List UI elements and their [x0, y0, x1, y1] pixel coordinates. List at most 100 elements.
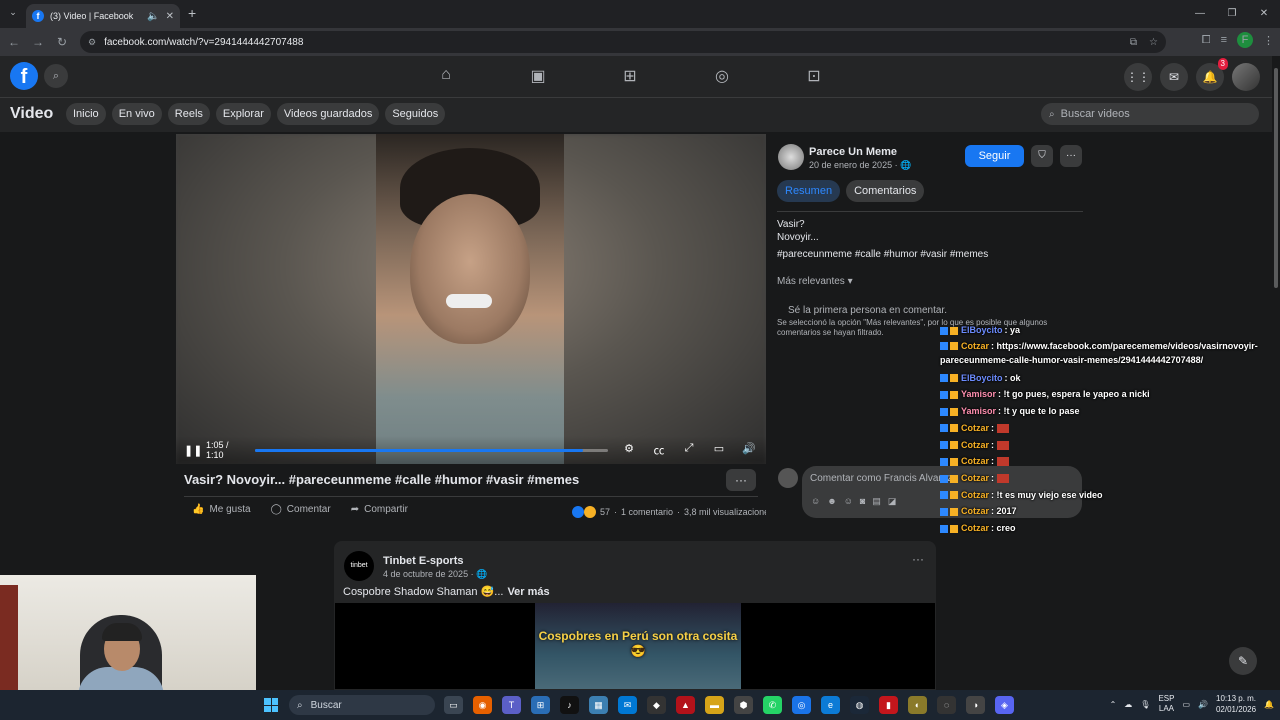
post-page-name[interactable]: Tinbet E-sports — [383, 555, 463, 567]
chrome-icon[interactable]: ◎ — [792, 696, 811, 714]
taskbar-search[interactable]: ⌕ Buscar — [289, 695, 435, 715]
camera-icon[interactable]: ◙ — [860, 496, 865, 507]
extensions-icon[interactable]: ⧠ — [1202, 34, 1211, 47]
captions-icon[interactable]: ㏄ — [650, 442, 668, 458]
install-icon[interactable]: ⧉ — [1130, 37, 1137, 48]
sticker-icon[interactable]: ◪ — [888, 496, 897, 507]
mic-icon[interactable]: 🎙 — [1140, 700, 1150, 709]
gif-icon[interactable]: ▤ — [872, 496, 881, 507]
profile-avatar[interactable]: F — [1237, 32, 1253, 48]
groups-icon[interactable]: ◎ — [712, 66, 732, 86]
forward-icon[interactable]: → — [26, 35, 50, 49]
onedrive-icon[interactable]: ☁ — [1124, 700, 1132, 709]
notification-bell-icon[interactable]: 🔔 — [1264, 700, 1274, 709]
marketplace-icon[interactable]: ⊞ — [620, 66, 640, 86]
post-page-avatar[interactable]: tinbet — [344, 551, 374, 581]
tab-explorar[interactable]: Explorar — [215, 103, 271, 125]
site-info-icon[interactable]: ⚙ — [88, 37, 96, 48]
omnibox[interactable]: ⚙ facebook.com/watch/?v=2941444442707488… — [80, 31, 1166, 53]
video-player[interactable]: ❚❚ 1:05 / 1:10 ⚙ ㏄ ⤢ ▭ 🔊 — [176, 134, 766, 464]
clock[interactable]: 10:13 p. m. 02/01/2026 — [1216, 693, 1256, 715]
picture-in-picture-icon[interactable]: ▭ — [710, 442, 728, 458]
browser-tab[interactable]: f (3) Video | Facebook 🔈 ✕ — [26, 4, 180, 28]
minimize-icon[interactable]: — — [1184, 0, 1216, 28]
follow-button[interactable]: Seguir — [965, 145, 1024, 167]
close-window-icon[interactable]: ✕ — [1248, 0, 1280, 28]
avatar-sticker-icon[interactable]: ☺ — [811, 496, 820, 507]
whatsapp-icon[interactable]: ✆ — [763, 696, 782, 714]
task-view-icon[interactable]: ▭ — [444, 696, 463, 714]
app-icon[interactable]: ▮ — [879, 696, 898, 714]
menu-grid-icon[interactable]: ⋮⋮ — [1124, 63, 1152, 91]
media-icon[interactable]: ≡ — [1221, 34, 1227, 46]
discord-icon[interactable]: ◈ — [995, 696, 1014, 714]
page-scrollbar[interactable] — [1272, 56, 1280, 690]
mail-icon[interactable]: ✉ — [618, 696, 637, 714]
scrollbar-thumb[interactable] — [1274, 68, 1278, 288]
fullscreen-icon[interactable]: ⤢ — [680, 442, 698, 458]
back-icon[interactable]: ← — [2, 35, 26, 49]
app-icon[interactable]: ▲ — [676, 696, 695, 714]
browser-menu-icon[interactable]: ⋮ — [1263, 34, 1274, 47]
home-icon[interactable]: ⌂ — [436, 66, 456, 86]
edge-icon[interactable]: e — [821, 696, 840, 714]
hashtags[interactable]: #pareceunmeme #calle #humor #vasir #meme… — [777, 249, 988, 260]
page-name[interactable]: Parece Un Meme — [809, 146, 897, 158]
pause-icon[interactable]: ❚❚ — [184, 444, 202, 457]
notifications-icon[interactable]: 🔔 3 — [1196, 58, 1228, 91]
speaker-icon[interactable]: 🔈 — [147, 11, 159, 22]
tab-search-dropdown-icon[interactable]: ⌄ — [6, 7, 20, 21]
settings-gear-icon[interactable]: ⚙ — [620, 442, 638, 458]
like-button[interactable]: 👍 Me gusta — [192, 504, 251, 515]
sort-dropdown[interactable]: Más relevantes ▾ — [777, 276, 853, 287]
app-icon[interactable]: ▦ — [589, 696, 608, 714]
tab-en-vivo[interactable]: En vivo — [111, 103, 162, 125]
volume-icon[interactable]: 🔊 — [740, 442, 758, 458]
app-icon[interactable]: ◑ — [966, 696, 985, 714]
bookmark-star-icon[interactable]: ☆ — [1149, 37, 1158, 48]
network-icon[interactable]: ▭ — [1182, 700, 1190, 709]
save-shield-icon[interactable]: ⛉ — [1031, 145, 1053, 167]
post-more-button[interactable]: ··· — [912, 552, 924, 566]
see-more-link[interactable]: Ver más — [507, 586, 549, 598]
language-indicator[interactable]: ESP LAA — [1158, 694, 1174, 714]
tab-comentarios[interactable]: Comentarios — [846, 180, 925, 202]
speaker-icon[interactable]: 🔊 — [1198, 700, 1208, 709]
firefox-icon[interactable]: ◉ — [473, 696, 492, 714]
new-tab-icon[interactable]: + — [188, 5, 196, 21]
video-progress-bar[interactable] — [255, 448, 608, 452]
steam-icon[interactable]: ◍ — [850, 696, 869, 714]
tab-reels[interactable]: Reels — [167, 103, 210, 125]
new-message-icon[interactable]: ✎ — [1229, 647, 1257, 675]
facebook-logo-icon[interactable]: f — [10, 62, 38, 90]
emoji-icon[interactable]: ☻ — [827, 496, 836, 507]
reload-icon[interactable]: ↻ — [50, 35, 74, 49]
comment-count[interactable]: 1 comentario — [621, 507, 673, 517]
page-avatar[interactable] — [778, 144, 804, 170]
video-search-input[interactable]: ⌕ Buscar videos — [1041, 103, 1259, 125]
tray-overflow-icon[interactable]: ⌃ — [1110, 700, 1117, 709]
store-icon[interactable]: ⊞ — [531, 696, 550, 714]
app-icon[interactable]: ◆ — [647, 696, 666, 714]
share-button[interactable]: ➦ Compartir — [351, 504, 408, 515]
post-video[interactable]: Cospobres en Perú son otra cosita 😎 — [335, 603, 935, 689]
gaming-icon[interactable]: ⊡ — [804, 66, 824, 86]
post-more-button[interactable]: ··· — [726, 469, 756, 491]
video-icon[interactable]: ▣ — [528, 66, 548, 86]
app-icon[interactable]: ⬢ — [734, 696, 753, 714]
close-tab-icon[interactable]: ✕ — [166, 11, 174, 22]
windows-start-icon[interactable] — [264, 698, 278, 712]
search-icon[interactable]: ⌕ — [44, 64, 68, 88]
app-icon[interactable]: ◌ — [937, 696, 956, 714]
reaction-count[interactable]: 57 — [600, 507, 610, 517]
restore-icon[interactable]: ❐ — [1216, 0, 1248, 28]
tab-resumen[interactable]: Resumen — [777, 180, 841, 202]
app-icon[interactable]: ◐ — [908, 696, 927, 714]
account-avatar[interactable] — [1232, 63, 1260, 91]
panel-more-button[interactable]: ··· — [1060, 145, 1082, 167]
messenger-icon[interactable]: ✉ — [1160, 63, 1188, 91]
tab-inicio[interactable]: Inicio — [66, 103, 106, 125]
file-explorer-icon[interactable]: ▬ — [705, 696, 724, 714]
tab-seguidos[interactable]: Seguidos — [385, 103, 446, 125]
tiktok-icon[interactable]: ♪ — [560, 696, 579, 714]
